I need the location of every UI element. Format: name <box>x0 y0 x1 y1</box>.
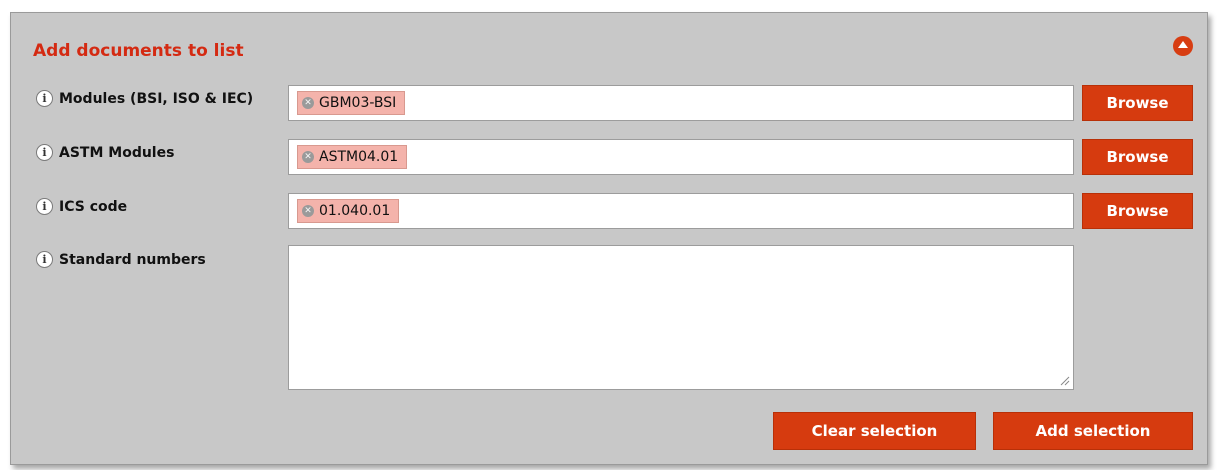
modules-row-label: i Modules (BSI, ISO & IEC) <box>36 90 253 107</box>
panel-title: Add documents to list <box>33 41 244 61</box>
standard-numbers-row-label: i Standard numbers <box>36 251 206 268</box>
selected-tag: ✕ GBM03-BSI <box>297 91 406 115</box>
selected-tag: ✕ ASTM04.01 <box>297 145 408 169</box>
add-documents-panel: Add documents to list <box>10 12 1208 465</box>
standard-numbers-label: Standard numbers <box>59 251 206 268</box>
astm-browse-button[interactable]: Browse <box>1082 139 1193 175</box>
astm-row-label: i ASTM Modules <box>36 144 174 161</box>
info-icon[interactable]: i <box>36 251 53 268</box>
astm-input[interactable]: ✕ ASTM04.01 <box>288 139 1074 175</box>
standard-numbers-textarea[interactable] <box>288 245 1074 390</box>
remove-tag-icon[interactable]: ✕ <box>302 97 314 109</box>
ics-label: ICS code <box>59 198 128 215</box>
ics-input[interactable]: ✕ 01.040.01 <box>288 193 1074 229</box>
ics-row-label: i ICS code <box>36 198 127 215</box>
info-icon[interactable]: i <box>36 144 53 161</box>
clear-selection-button[interactable]: Clear selection <box>773 412 976 450</box>
tag-label: ASTM04.01 <box>319 149 399 165</box>
info-icon[interactable]: i <box>36 90 53 107</box>
resize-grip-icon[interactable] <box>1060 376 1070 386</box>
modules-label: Modules (BSI, ISO & IEC) <box>59 90 254 107</box>
remove-tag-icon[interactable]: ✕ <box>302 205 314 217</box>
modules-input[interactable]: ✕ GBM03-BSI <box>288 85 1074 121</box>
modules-browse-button[interactable]: Browse <box>1082 85 1193 121</box>
collapse-up-icon[interactable] <box>1173 36 1193 56</box>
astm-label: ASTM Modules <box>59 144 175 161</box>
add-selection-button[interactable]: Add selection <box>993 412 1193 450</box>
selected-tag: ✕ 01.040.01 <box>297 199 400 223</box>
remove-tag-icon[interactable]: ✕ <box>302 151 314 163</box>
ics-browse-button[interactable]: Browse <box>1082 193 1193 229</box>
info-icon[interactable]: i <box>36 198 53 215</box>
tag-label: 01.040.01 <box>319 203 391 219</box>
tag-label: GBM03-BSI <box>319 95 397 111</box>
